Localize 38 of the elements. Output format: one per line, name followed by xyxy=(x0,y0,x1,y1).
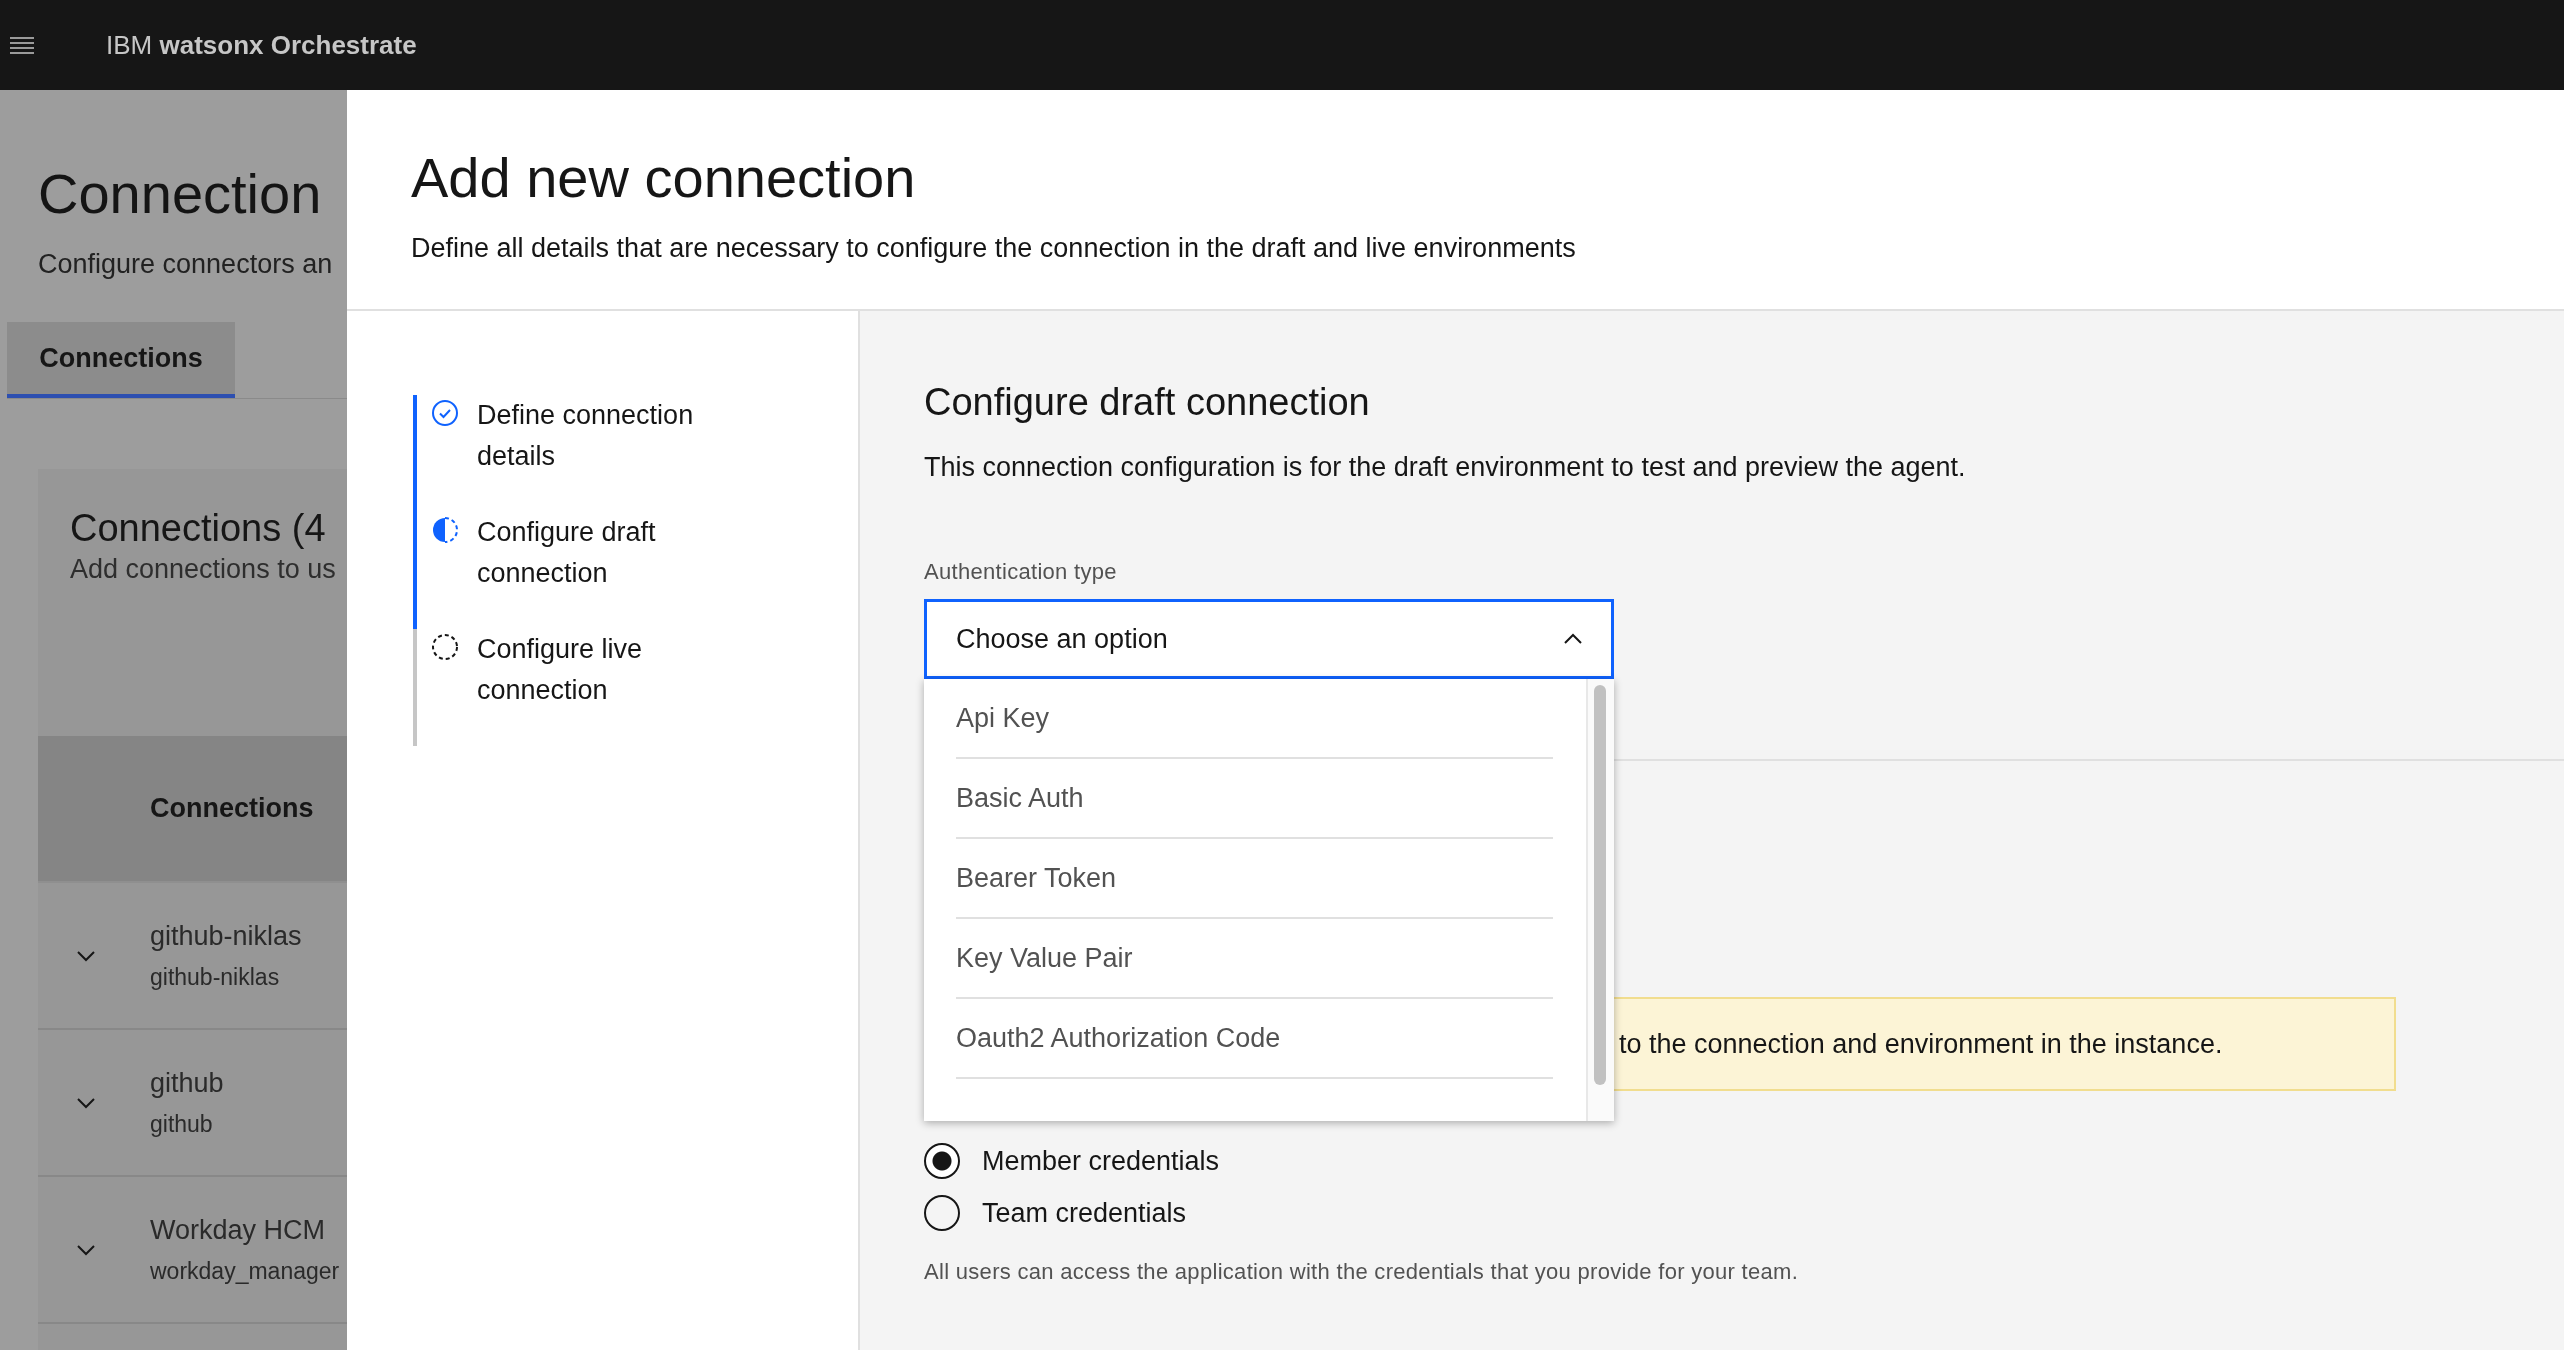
section-title: Configure draft connection xyxy=(924,381,1370,424)
dropdown-option[interactable]: Basic Auth xyxy=(956,759,1553,839)
dropdown[interactable]: Choose an option xyxy=(924,599,1614,679)
radio-button[interactable] xyxy=(924,1143,960,1179)
radio-button[interactable] xyxy=(924,1195,960,1231)
connection-name: github-niklas xyxy=(150,920,302,952)
connection-id: github xyxy=(150,1110,214,1138)
page-title: Connection xyxy=(38,161,323,227)
page-subtitle: Configure connectors an xyxy=(38,249,334,281)
chevron-down-icon[interactable] xyxy=(76,949,96,962)
connection-name: github xyxy=(150,1067,224,1099)
chevron-down-icon[interactable] xyxy=(76,1243,96,1256)
dropdown-option[interactable]: Key Value Pair xyxy=(956,919,1553,999)
field-label: Authentication type xyxy=(924,559,1117,585)
connection-id: workday_manager xyxy=(150,1257,340,1285)
radio-label[interactable]: Team credentials xyxy=(982,1197,1187,1229)
connection-id: github-niklas xyxy=(150,963,281,991)
card-subtitle: Add connections to us xyxy=(70,554,337,586)
helper-text: All users can access the application with the credentials that you provide for your team. xyxy=(924,1259,1799,1285)
card-title: Connections (4 xyxy=(70,507,327,551)
app-name: IBM watsonx Orchestrate xyxy=(106,29,417,61)
dropdown-option[interactable]: Bearer Token xyxy=(956,839,1553,919)
connection-name: Workday HCM xyxy=(150,1214,327,1246)
tab[interactable]: Connections xyxy=(7,322,235,399)
menu-icon[interactable] xyxy=(8,34,36,56)
radio-label[interactable]: Member credentials xyxy=(982,1145,1220,1177)
panel-title: Add new connection xyxy=(411,145,917,211)
column-header: Connections xyxy=(150,793,314,825)
notification-text: to the connection and environment in the instance. xyxy=(1619,1028,2223,1060)
scrollbar[interactable] xyxy=(1586,679,1614,1121)
panel-description: Define all details that are necessary to configure the connection in the draft and live environments xyxy=(411,233,1577,265)
progress-step[interactable]: Configure draft connection xyxy=(413,512,791,629)
progress-step[interactable]: Define connection details xyxy=(413,395,791,512)
section-description: This connection configuration is for the draft environment to test and preview the agent. xyxy=(924,452,1966,483)
dropdown-option[interactable]: Api Key xyxy=(956,679,1553,759)
chevron-up-icon xyxy=(1563,633,1583,645)
dropdown-option[interactable]: Oauth2 Authorization Code xyxy=(956,999,1553,1079)
chevron-down-icon[interactable] xyxy=(76,1096,96,1109)
